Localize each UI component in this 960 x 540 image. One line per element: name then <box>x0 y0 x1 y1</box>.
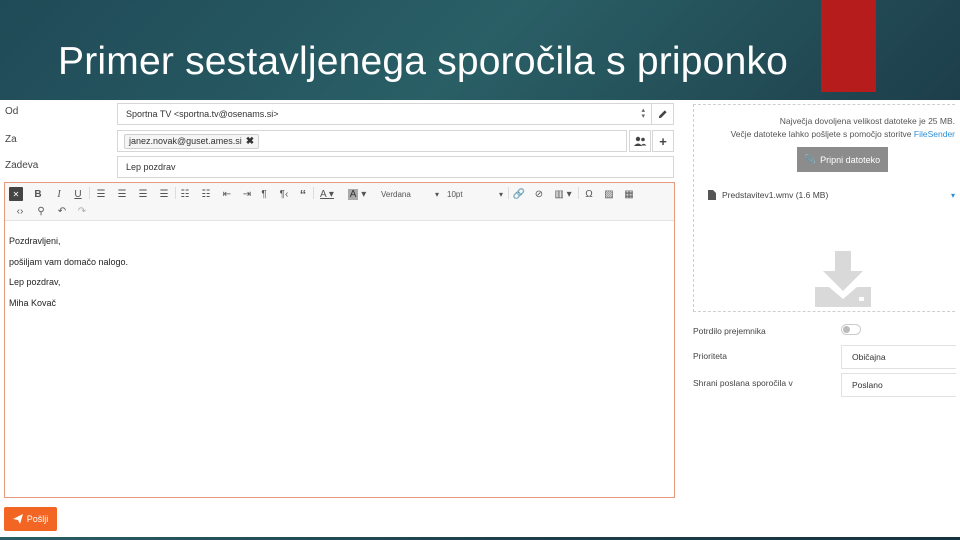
filesender-link[interactable]: FileSender <box>914 129 955 139</box>
subject-value: Lep pozdrav <box>126 162 176 172</box>
scrollbar[interactable] <box>956 100 960 537</box>
message-body[interactable]: Pozdravljeni, pošiljam vam domačo nalogo… <box>9 231 128 313</box>
attachment-dropzone[interactable]: Največja dovoljena velikost datoteke je … <box>693 104 960 312</box>
pencil-icon <box>658 109 667 118</box>
indent-icon[interactable]: ⇥ <box>240 187 254 201</box>
send-button-label: Pošlji <box>26 514 49 524</box>
toolbar-divider <box>508 187 509 199</box>
blockquote-icon[interactable]: “ <box>297 187 309 202</box>
editor-toolbar: ✕ B I U ☰ ☰ ☰ ☰ ☷ ☷ ⇤ ⇥ ¶ ¶‹ “ A ▾ A ▾ V… <box>5 183 674 221</box>
italic-icon[interactable]: I <box>53 187 65 201</box>
message-line: pošiljam vam domačo nalogo. <box>9 256 129 267</box>
accent-bar <box>821 0 876 92</box>
font-size-value: 10pt <box>447 189 463 199</box>
slide-title: Primer sestavljenega sporočila s priponk… <box>58 40 789 83</box>
address-book-button[interactable] <box>629 130 651 152</box>
toolbar-divider <box>578 187 579 199</box>
subject-input[interactable]: Lep pozdrav <box>117 156 674 178</box>
unlink-icon[interactable]: ⊘ <box>532 187 546 201</box>
attachment-info: Največja dovoljena velikost datoteke je … <box>694 115 960 141</box>
text-color-icon[interactable]: A ▾ <box>318 187 336 201</box>
code-icon[interactable]: ‹› <box>13 204 27 218</box>
font-family-select[interactable]: Verdana ▾ <box>381 187 439 201</box>
paper-plane-icon <box>12 514 23 524</box>
users-icon <box>634 136 647 146</box>
to-field[interactable]: janez.novak@guset.ames.si ✖ <box>117 130 627 152</box>
attach-file-label: Pripni datoteko <box>820 154 881 165</box>
filesender-text: Večje datoteke lahko pošljete s pomočjo … <box>730 129 914 139</box>
from-value: Sportna TV <sportna.tv@osenams.si> <box>126 109 279 119</box>
font-family-value: Verdana <box>381 189 411 199</box>
table-icon[interactable]: ▥ ▾ <box>551 187 575 201</box>
ltr-icon[interactable]: ¶ <box>258 187 270 201</box>
receipt-toggle[interactable] <box>841 324 861 335</box>
align-right-icon[interactable]: ☰ <box>136 187 150 201</box>
priority-value: Običajna <box>852 352 886 362</box>
image-icon[interactable]: ▨ <box>602 187 616 201</box>
numbered-list-icon[interactable]: ☷ <box>199 187 213 201</box>
align-left-icon[interactable]: ☰ <box>94 187 108 201</box>
compose-screenshot: Od Sportna TV <sportna.tv@osenams.si> ▴ ▾… <box>0 100 960 537</box>
toggle-knob <box>843 326 850 333</box>
bullet-list-icon[interactable]: ☷ <box>178 187 192 201</box>
remove-recipient-icon[interactable]: ✖ <box>246 136 254 147</box>
from-select[interactable]: Sportna TV <sportna.tv@osenams.si> ▴ ▾ <box>117 103 674 125</box>
background-color-icon[interactable]: A ▾ <box>347 187 367 201</box>
send-button[interactable]: Pošlji <box>4 507 57 531</box>
subject-label: Zadeva <box>5 160 39 171</box>
media-icon[interactable]: ▦ <box>622 187 636 201</box>
outdent-icon[interactable]: ⇤ <box>220 187 234 201</box>
toolbar-divider <box>175 187 176 199</box>
rtl-icon[interactable]: ¶‹ <box>277 187 291 201</box>
select-arrows-icon: ▴ ▾ <box>641 107 645 120</box>
file-icon <box>708 190 716 200</box>
receipt-label: Potrdilo prejemnika <box>693 326 766 336</box>
add-header-button[interactable]: + <box>652 130 674 152</box>
attach-file-button[interactable]: 📎 Pripni datoteko <box>797 147 888 172</box>
priority-label: Prioriteta <box>693 351 728 361</box>
redo-icon[interactable]: ↷ <box>75 204 89 218</box>
underline-icon[interactable]: U <box>72 187 84 201</box>
recipient-chip[interactable]: janez.novak@guset.ames.si ✖ <box>124 133 260 149</box>
find-replace-icon[interactable]: ⚲ <box>34 204 48 218</box>
recipient-chip-label: janez.novak@guset.ames.si <box>129 136 242 146</box>
save-sent-value: Poslano <box>852 380 883 390</box>
attachment-name: Predstavitev1.wmv (1.6 MB) <box>722 190 829 200</box>
save-sent-label: Shrani poslana sporočila v <box>693 378 793 388</box>
message-line: Miha Kovač <box>9 297 57 308</box>
message-editor[interactable]: ✕ B I U ☰ ☰ ☰ ☰ ☷ ☷ ⇤ ⇥ ¶ ¶‹ “ A ▾ A ▾ V… <box>4 182 675 498</box>
download-icon <box>815 251 871 307</box>
source-toggle-icon[interactable]: ✕ <box>9 187 23 201</box>
size-limit-text: Največja dovoljena velikost datoteke je … <box>779 116 955 126</box>
bold-icon[interactable]: B <box>32 187 44 201</box>
toolbar-divider <box>89 187 90 199</box>
message-line: Pozdravljeni, <box>9 236 61 246</box>
save-sent-select[interactable]: Poslano <box>841 373 960 397</box>
align-justify-icon[interactable]: ☰ <box>157 187 171 201</box>
to-label: Za <box>5 134 17 145</box>
undo-icon[interactable]: ↶ <box>55 204 69 218</box>
attachment-item[interactable]: Predstavitev1.wmv (1.6 MB) <box>708 190 828 200</box>
priority-select[interactable]: Običajna <box>841 345 960 369</box>
paperclip-icon: 📎 <box>804 154 817 164</box>
link-icon[interactable]: 🔗 <box>512 187 526 201</box>
align-center-icon[interactable]: ☰ <box>115 187 129 201</box>
from-label: Od <box>5 106 19 117</box>
plus-icon: + <box>659 133 667 149</box>
edit-identity-button[interactable] <box>651 104 673 124</box>
message-line: Lep pozdrav, <box>9 277 61 287</box>
font-size-select[interactable]: 10pt ▾ <box>447 187 503 201</box>
special-char-icon[interactable]: Ω <box>582 187 596 201</box>
toolbar-divider <box>313 187 314 199</box>
